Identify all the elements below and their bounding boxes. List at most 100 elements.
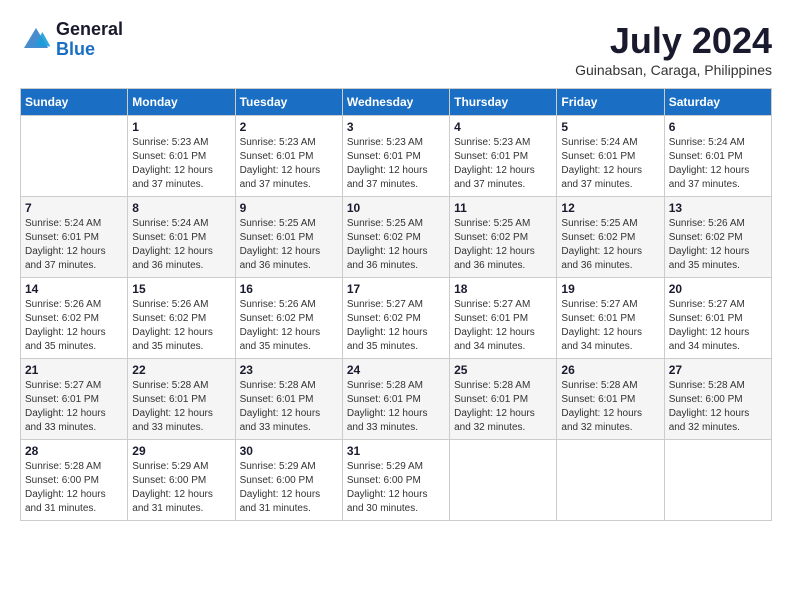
calendar-cell: 8Sunrise: 5:24 AM Sunset: 6:01 PM Daylig… xyxy=(128,197,235,278)
calendar-cell: 24 Sunrise: 5:28 AM Sunset: 6:01 PM Dayli… xyxy=(342,359,449,440)
day-info: Sunrise: 5:24 AM Sunset: 6:01 PM Dayligh… xyxy=(669,136,767,192)
day-number: 18 xyxy=(454,282,552,296)
day-number: 30 xyxy=(240,444,338,458)
day-info: Sunrise: 5:23 AM Sunset: 6:01 PM Dayligh… xyxy=(240,136,338,192)
day-number: 6 xyxy=(669,120,767,134)
day-number: 10 xyxy=(347,201,445,215)
day-number: 15 xyxy=(132,282,230,296)
col-header-sunday: Sunday xyxy=(21,89,128,116)
day-info: Sunrise: 5:28 AM Sunset: 6:00 PM Dayligh… xyxy=(25,460,123,516)
calendar-cell: 9 Sunrise: 5:25 AM Sunset: 6:01 PM Daylig… xyxy=(235,197,342,278)
calendar-cell: 20 Sunrise: 5:27 AM Sunset: 6:01 PM Dayli… xyxy=(664,278,771,359)
calendar-cell: 3 Sunrise: 5:23 AM Sunset: 6:01 PM Daylig… xyxy=(342,116,449,197)
calendar-cell: 31 Sunrise: 5:29 AM Sunset: 6:00 PM Dayli… xyxy=(342,440,449,521)
calendar-cell xyxy=(664,440,771,521)
day-number: 28 xyxy=(25,444,123,458)
day-info: Sunrise: 5:26 AM Sunset: 6:02 PM Dayligh… xyxy=(669,217,767,273)
calendar-cell: 16 Sunrise: 5:26 AM Sunset: 6:02 PM Dayli… xyxy=(235,278,342,359)
calendar-cell: 4Sunrise: 5:23 AM Sunset: 6:01 PM Daylig… xyxy=(450,116,557,197)
day-number: 22 xyxy=(132,363,230,377)
calendar-cell: 17 Sunrise: 5:27 AM Sunset: 6:02 PM Dayli… xyxy=(342,278,449,359)
calendar-cell: 22 Sunrise: 5:28 AM Sunset: 6:01 PM Dayli… xyxy=(128,359,235,440)
day-number: 16 xyxy=(240,282,338,296)
day-info: Sunrise: 5:28 AM Sunset: 6:01 PM Dayligh… xyxy=(347,379,445,435)
day-info: Sunrise: 5:27 AM Sunset: 6:01 PM Dayligh… xyxy=(454,298,552,354)
day-number: 23 xyxy=(240,363,338,377)
day-number: 31 xyxy=(347,444,445,458)
day-info: Sunrise: 5:25 AM Sunset: 6:01 PM Dayligh… xyxy=(240,217,338,273)
day-info: Sunrise: 5:26 AM Sunset: 6:02 PM Dayligh… xyxy=(240,298,338,354)
calendar-week-row: 28 Sunrise: 5:28 AM Sunset: 6:00 PM Dayli… xyxy=(21,440,772,521)
day-info: Sunrise: 5:23 AM Sunset: 6:01 PM Dayligh… xyxy=(454,136,552,192)
calendar-cell: 29Sunrise: 5:29 AM Sunset: 6:00 PM Dayli… xyxy=(128,440,235,521)
calendar-cell: 25Sunrise: 5:28 AM Sunset: 6:01 PM Dayli… xyxy=(450,359,557,440)
calendar-cell: 30 Sunrise: 5:29 AM Sunset: 6:00 PM Dayli… xyxy=(235,440,342,521)
location-subtitle: Guinabsan, Caraga, Philippines xyxy=(575,62,772,78)
day-info: Sunrise: 5:25 AM Sunset: 6:02 PM Dayligh… xyxy=(347,217,445,273)
calendar-cell: 26Sunrise: 5:28 AM Sunset: 6:01 PM Dayli… xyxy=(557,359,664,440)
day-number: 5 xyxy=(561,120,659,134)
calendar-week-row: 7Sunrise: 5:24 AM Sunset: 6:01 PM Daylig… xyxy=(21,197,772,278)
day-number: 27 xyxy=(669,363,767,377)
calendar-cell: 10 Sunrise: 5:25 AM Sunset: 6:02 PM Dayli… xyxy=(342,197,449,278)
day-info: Sunrise: 5:27 AM Sunset: 6:01 PM Dayligh… xyxy=(561,298,659,354)
day-info: Sunrise: 5:25 AM Sunset: 6:02 PM Dayligh… xyxy=(561,217,659,273)
day-info: Sunrise: 5:26 AM Sunset: 6:02 PM Dayligh… xyxy=(132,298,230,354)
calendar-cell: 6 Sunrise: 5:24 AM Sunset: 6:01 PM Daylig… xyxy=(664,116,771,197)
day-number: 19 xyxy=(561,282,659,296)
calendar-cell: 1 Sunrise: 5:23 AM Sunset: 6:01 PM Daylig… xyxy=(128,116,235,197)
day-number: 21 xyxy=(25,363,123,377)
calendar-cell xyxy=(557,440,664,521)
day-number: 25 xyxy=(454,363,552,377)
page-header: General Blue July 2024 Guinabsan, Caraga… xyxy=(20,20,772,78)
day-info: Sunrise: 5:23 AM Sunset: 6:01 PM Dayligh… xyxy=(347,136,445,192)
calendar-cell: 12 Sunrise: 5:25 AM Sunset: 6:02 PM Dayli… xyxy=(557,197,664,278)
calendar-cell: 15 Sunrise: 5:26 AM Sunset: 6:02 PM Dayli… xyxy=(128,278,235,359)
calendar-cell: 19 Sunrise: 5:27 AM Sunset: 6:01 PM Dayli… xyxy=(557,278,664,359)
day-number: 24 xyxy=(347,363,445,377)
day-number: 11 xyxy=(454,201,552,215)
day-number: 9 xyxy=(240,201,338,215)
calendar-cell: 21 Sunrise: 5:27 AM Sunset: 6:01 PM Dayli… xyxy=(21,359,128,440)
day-info: Sunrise: 5:28 AM Sunset: 6:00 PM Dayligh… xyxy=(669,379,767,435)
day-info: Sunrise: 5:27 AM Sunset: 6:01 PM Dayligh… xyxy=(25,379,123,435)
calendar-week-row: 1 Sunrise: 5:23 AM Sunset: 6:01 PM Daylig… xyxy=(21,116,772,197)
logo-general: General xyxy=(56,20,123,40)
day-info: Sunrise: 5:28 AM Sunset: 6:01 PM Dayligh… xyxy=(132,379,230,435)
day-number: 20 xyxy=(669,282,767,296)
calendar-cell: 14Sunrise: 5:26 AM Sunset: 6:02 PM Dayli… xyxy=(21,278,128,359)
logo-icon xyxy=(20,24,52,56)
day-info: Sunrise: 5:25 AM Sunset: 6:02 PM Dayligh… xyxy=(454,217,552,273)
day-info: Sunrise: 5:23 AM Sunset: 6:01 PM Dayligh… xyxy=(132,136,230,192)
calendar-cell: 11 Sunrise: 5:25 AM Sunset: 6:02 PM Dayli… xyxy=(450,197,557,278)
day-number: 13 xyxy=(669,201,767,215)
logo-blue: Blue xyxy=(56,40,123,60)
col-header-friday: Friday xyxy=(557,89,664,116)
day-info: Sunrise: 5:27 AM Sunset: 6:02 PM Dayligh… xyxy=(347,298,445,354)
day-info: Sunrise: 5:24 AM Sunset: 6:01 PM Dayligh… xyxy=(132,217,230,273)
col-header-wednesday: Wednesday xyxy=(342,89,449,116)
calendar-table: SundayMondayTuesdayWednesdayThursdayFrid… xyxy=(20,88,772,521)
day-number: 12 xyxy=(561,201,659,215)
day-info: Sunrise: 5:26 AM Sunset: 6:02 PM Dayligh… xyxy=(25,298,123,354)
day-info: Sunrise: 5:28 AM Sunset: 6:01 PM Dayligh… xyxy=(561,379,659,435)
logo-text: General Blue xyxy=(56,20,123,60)
col-header-tuesday: Tuesday xyxy=(235,89,342,116)
day-info: Sunrise: 5:29 AM Sunset: 6:00 PM Dayligh… xyxy=(240,460,338,516)
calendar-cell: 13 Sunrise: 5:26 AM Sunset: 6:02 PM Dayli… xyxy=(664,197,771,278)
day-info: Sunrise: 5:24 AM Sunset: 6:01 PM Dayligh… xyxy=(25,217,123,273)
day-info: Sunrise: 5:29 AM Sunset: 6:00 PM Dayligh… xyxy=(347,460,445,516)
logo: General Blue xyxy=(20,20,123,60)
day-number: 3 xyxy=(347,120,445,134)
col-header-thursday: Thursday xyxy=(450,89,557,116)
day-info: Sunrise: 5:27 AM Sunset: 6:01 PM Dayligh… xyxy=(669,298,767,354)
day-number: 17 xyxy=(347,282,445,296)
day-number: 1 xyxy=(132,120,230,134)
calendar-cell: 27 Sunrise: 5:28 AM Sunset: 6:00 PM Dayli… xyxy=(664,359,771,440)
calendar-week-row: 21 Sunrise: 5:27 AM Sunset: 6:01 PM Dayli… xyxy=(21,359,772,440)
calendar-cell xyxy=(21,116,128,197)
col-header-monday: Monday xyxy=(128,89,235,116)
day-number: 29 xyxy=(132,444,230,458)
col-header-saturday: Saturday xyxy=(664,89,771,116)
day-info: Sunrise: 5:24 AM Sunset: 6:01 PM Dayligh… xyxy=(561,136,659,192)
